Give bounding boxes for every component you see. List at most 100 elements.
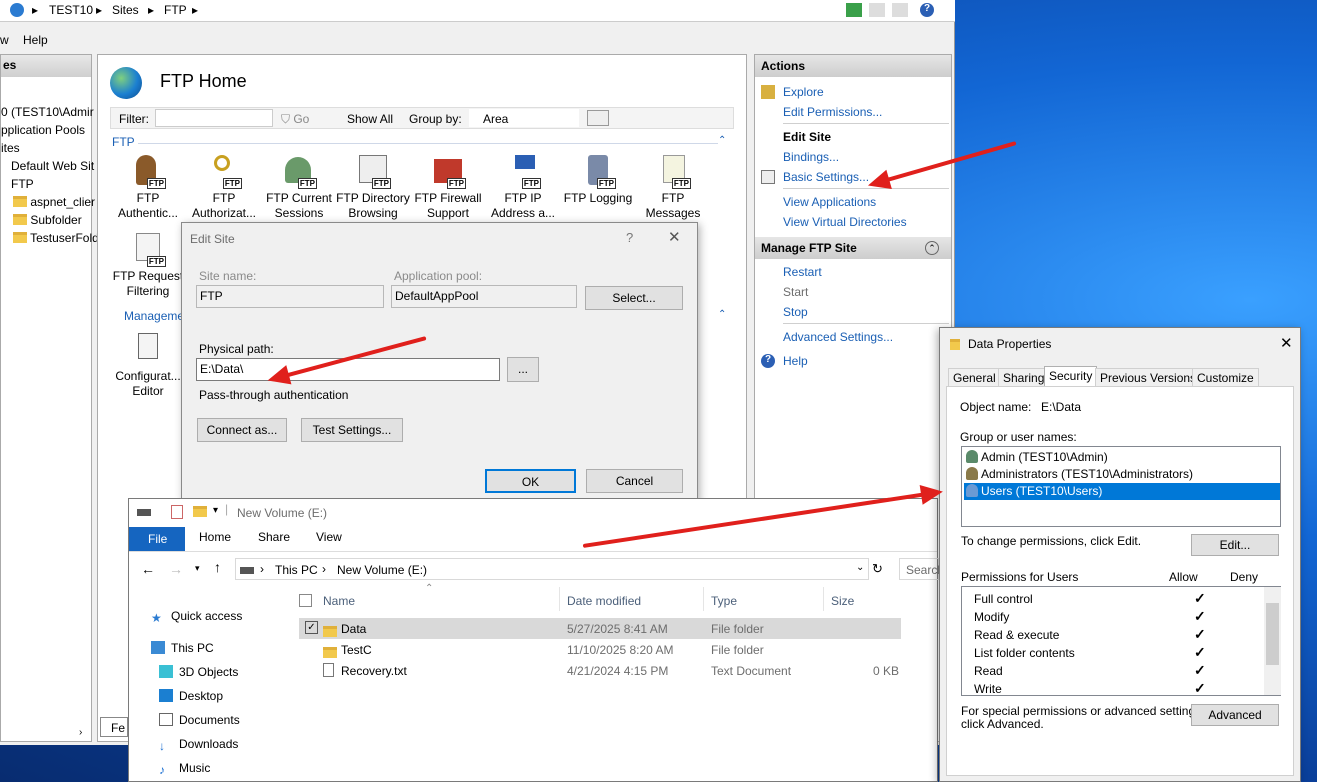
features-view-tab[interactable]: Fe [100, 717, 128, 737]
close-icon[interactable]: ✕ [1280, 334, 1293, 352]
advanced-button[interactable]: Advanced [1191, 704, 1279, 726]
feature-configuration-editor[interactable]: Configurat... Editor [110, 331, 186, 399]
feature-ftp-firewall-support[interactable]: FTP FTP Firewall Support [410, 153, 486, 221]
tab-home[interactable]: Home [199, 530, 231, 544]
file-row-data[interactable]: ✓ Data 5/27/2025 8:41 AM File folder [299, 618, 901, 639]
group-by-select[interactable]: Area [469, 109, 579, 127]
filter-input[interactable] [155, 109, 273, 127]
user-administrators[interactable]: Administrators (TEST10\Administrators) [966, 467, 1193, 481]
back-button[interactable]: ← [141, 561, 155, 577]
stop-link[interactable]: Stop [783, 305, 808, 319]
folder-icon[interactable] [193, 505, 207, 519]
restart-link[interactable]: Restart [783, 265, 822, 279]
tree-app-pools[interactable]: pplication Pools [1, 123, 85, 141]
physical-path-input[interactable]: E:\Data\ [196, 358, 500, 381]
customize-toolbar-icon[interactable]: ▾ [213, 505, 218, 516]
feature-ftp-ip-address[interactable]: FTP FTP IP Address a... [485, 153, 561, 221]
scrollbar-thumb[interactable] [1266, 603, 1279, 665]
breadcrumb-sites[interactable]: Sites [112, 3, 139, 17]
menu-view[interactable]: w [0, 33, 9, 47]
tab-view[interactable]: View [316, 530, 342, 544]
tab-customize[interactable]: Customize [1192, 368, 1259, 386]
search-box[interactable]: Search [899, 558, 944, 580]
tab-share[interactable]: Share [258, 530, 290, 544]
feature-ftp-authentication[interactable]: FTP FTP Authentic... [110, 153, 186, 221]
go-button[interactable]: ⛉ Go [281, 112, 309, 127]
tree-ftp[interactable]: FTP [11, 177, 34, 195]
breadcrumb-ftp[interactable]: FTP [164, 3, 187, 17]
explore-link[interactable]: Explore [783, 85, 824, 99]
browse-button[interactable]: ... [507, 357, 539, 382]
column-date-modified[interactable]: Date modified [567, 594, 641, 608]
edit-button[interactable]: Edit... [1191, 534, 1279, 556]
view-mode-icon[interactable] [587, 110, 609, 126]
nav-desktop[interactable]: Desktop [159, 689, 223, 703]
tree-default-web-site[interactable]: Default Web Sit [11, 159, 94, 177]
select-all-checkbox[interactable] [299, 594, 312, 607]
feature-ftp-current-sessions[interactable]: FTP FTP Current Sessions [261, 153, 337, 221]
row-checkbox[interactable]: ✓ [305, 621, 318, 634]
basic-settings-link[interactable]: Basic Settings... [783, 170, 869, 184]
path-dropdown-icon[interactable]: ⌄ [856, 562, 864, 573]
tab-previous-versions[interactable]: Previous Versions [1095, 368, 1202, 386]
column-name[interactable]: Name [323, 594, 355, 608]
ok-button[interactable]: OK [485, 469, 576, 493]
cancel-button[interactable]: Cancel [586, 469, 683, 493]
nav-this-pc[interactable]: This PC [151, 641, 214, 655]
breadcrumb-test10[interactable]: TEST10 [49, 3, 93, 17]
path-this-pc[interactable]: This PC [275, 563, 318, 577]
home-icon[interactable] [892, 3, 908, 17]
user-users[interactable]: Users (TEST10\Users) [964, 483, 1280, 500]
tree-subfolder[interactable]: Subfolder [13, 213, 82, 231]
scroll-right-arrow[interactable]: › [79, 727, 82, 738]
connect-as-button[interactable]: Connect as... [197, 418, 287, 442]
refresh-icon[interactable] [846, 3, 862, 17]
tab-sharing[interactable]: Sharing [998, 368, 1050, 386]
refresh-icon[interactable]: ↻ [872, 561, 883, 577]
collapse-ftp-icon[interactable]: ⌃ [718, 135, 726, 146]
path-new-volume[interactable]: New Volume (E:) [337, 563, 427, 577]
select-button[interactable]: Select... [585, 286, 683, 310]
file-row-recovery[interactable]: Recovery.txt 4/21/2024 4:15 PM Text Docu… [299, 660, 901, 681]
menu-help[interactable]: Help [23, 33, 48, 47]
collapse-icon[interactable]: ⌃ [925, 241, 939, 255]
feature-ftp-logging[interactable]: FTP FTP Logging [560, 153, 636, 206]
edit-permissions-link[interactable]: Edit Permissions... [783, 105, 882, 119]
view-applications-link[interactable]: View Applications [783, 195, 876, 209]
dialog-help-button[interactable]: ? [626, 230, 633, 245]
tab-security[interactable]: Security [1044, 366, 1098, 387]
tab-file[interactable]: File [129, 527, 185, 551]
feature-ftp-authorization[interactable]: FTP FTP Authorizat... [186, 153, 262, 221]
help-icon[interactable]: ? [920, 3, 934, 17]
address-box[interactable]: › This PC › New Volume (E:) ⌄ [235, 558, 869, 580]
feature-ftp-directory-browsing[interactable]: FTP FTP Directory Browsing [335, 153, 411, 221]
feature-ftp-messages[interactable]: FTP FTP Messages [635, 153, 711, 221]
bindings-link[interactable]: Bindings... [783, 150, 839, 164]
tree-aspnet-client[interactable]: aspnet_clier [13, 195, 95, 213]
show-all-button[interactable]: Show All [347, 112, 393, 126]
properties-icon[interactable] [171, 505, 183, 519]
file-row-testc[interactable]: TestC 11/10/2025 8:20 AM File folder [299, 639, 901, 660]
user-admin[interactable]: Admin (TEST10\Admin) [966, 450, 1108, 464]
column-type[interactable]: Type [711, 594, 737, 608]
permissions-scrollbar[interactable] [1264, 587, 1281, 695]
tree-sites[interactable]: ites [1, 141, 20, 159]
nav-documents[interactable]: Documents [159, 713, 240, 727]
tree-server[interactable]: 0 (TEST10\Admir [1, 105, 94, 123]
feature-ftp-request-filtering[interactable]: FTP FTP Request Filtering [110, 231, 186, 299]
column-size[interactable]: Size [831, 594, 854, 608]
test-settings-button[interactable]: Test Settings... [301, 418, 403, 442]
collapse-mgmt-icon[interactable]: ⌃ [718, 309, 726, 320]
tree-testuserfolder[interactable]: TestuserFold [13, 231, 99, 249]
stop-icon[interactable] [869, 3, 885, 17]
view-virtual-directories-link[interactable]: View Virtual Directories [783, 215, 907, 229]
recent-locations-button[interactable]: ▾ [195, 563, 200, 574]
dialog-close-icon[interactable]: ✕ [668, 228, 681, 246]
nav-3d-objects[interactable]: 3D Objects [159, 665, 238, 679]
advanced-settings-link[interactable]: Advanced Settings... [783, 330, 893, 344]
nav-music[interactable]: ♪ Music [159, 761, 210, 777]
up-button[interactable]: ↑ [214, 559, 221, 575]
nav-quick-access[interactable]: ★ Quick access [151, 609, 242, 625]
help-link[interactable]: Help [783, 354, 808, 368]
nav-downloads[interactable]: ↓ Downloads [159, 737, 238, 753]
